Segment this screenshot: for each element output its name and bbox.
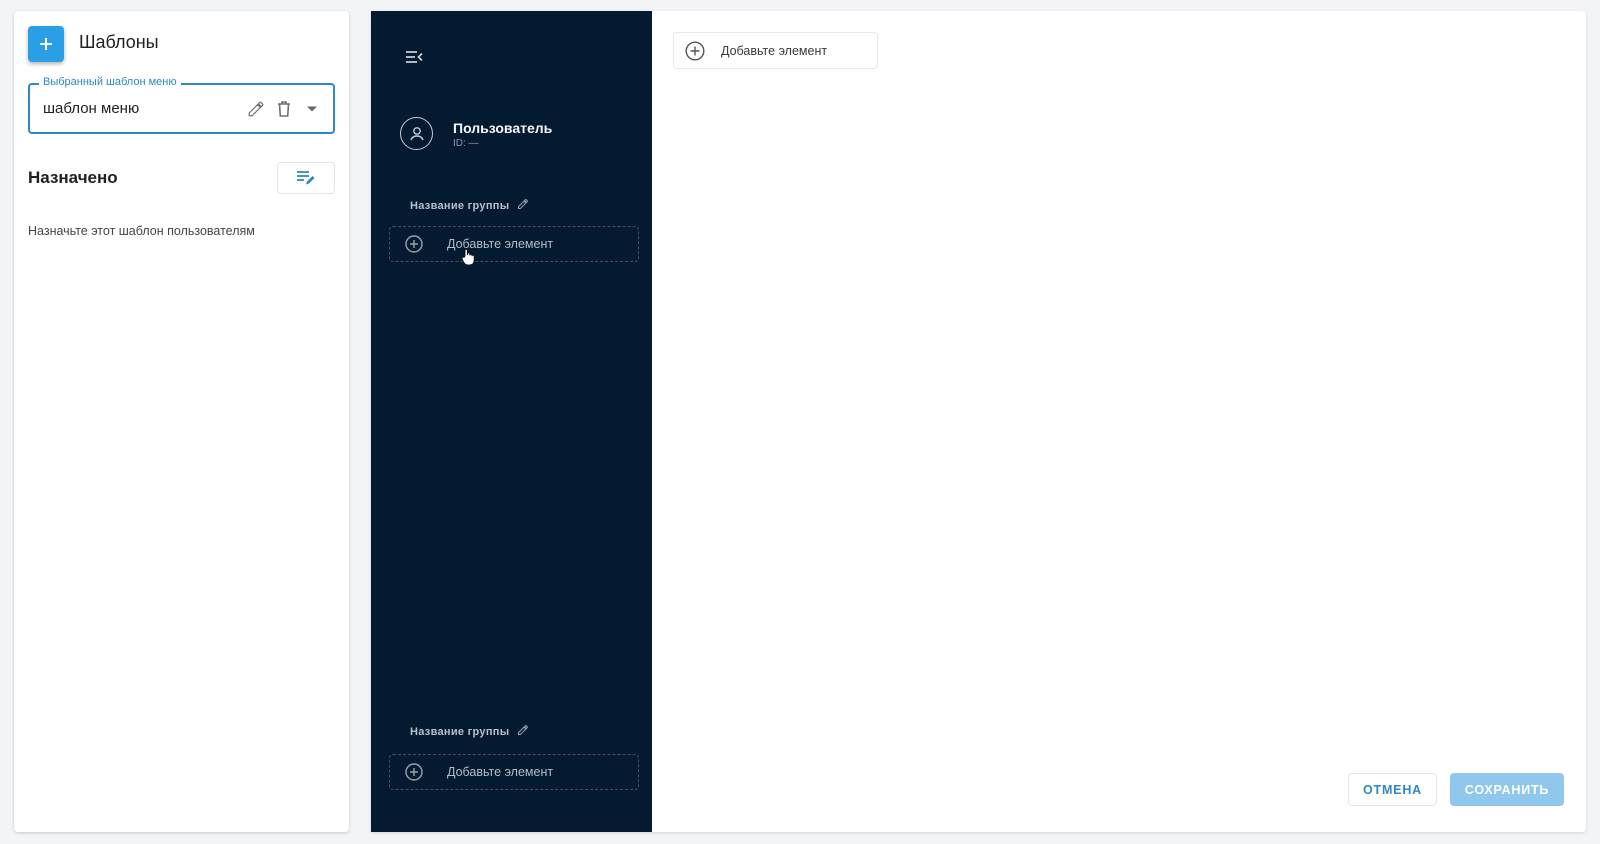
trash-icon [278,101,290,117]
add-item-label: Добавьте элемент [447,765,554,779]
templates-panel: Шаблоны Выбранный шаблон меню шаблон мен… [14,11,349,832]
group-add-item-button[interactable]: Добавьте элемент [389,754,639,790]
content-add-item-button[interactable]: Добавьте элемент [673,32,878,69]
group-name-label: Название группы [410,199,510,212]
delete-template-button[interactable] [273,98,295,120]
dropdown-toggle[interactable] [301,98,323,120]
add-template-button[interactable] [28,26,64,62]
plus-circle-icon [405,763,423,786]
group-name: Название группы [410,724,529,739]
edit-group-name-icon[interactable] [517,724,529,739]
assigned-title: Назначено [28,168,118,187]
edit-assignment-button[interactable] [277,162,335,194]
user-id: ID: — [453,138,479,149]
add-item-label: Добавьте элемент [447,237,554,251]
edit-group-name-icon[interactable] [517,198,529,213]
user-icon [409,126,424,140]
menu-preview-sidebar: Пользователь ID: — Название группы Добав… [371,11,652,832]
group-add-item-button[interactable]: Добавьте элемент [389,226,639,262]
save-button[interactable]: СОХРАНИТЬ [1450,773,1564,806]
group-name: Название группы [410,198,529,213]
assign-hint: Назначьте этот шаблон пользователям [28,224,255,238]
cancel-button[interactable]: ОТМЕНА [1348,773,1437,806]
user-name: Пользователь [453,120,553,136]
select-label: Выбранный шаблон меню [39,76,181,88]
user-avatar [400,117,433,150]
list-edit-icon [297,171,315,185]
plus-circle-icon [405,235,423,258]
menu-template-select[interactable]: Выбранный шаблон меню шаблон меню [28,76,335,134]
select-value: шаблон меню [43,100,140,117]
caret-down-icon [307,106,317,112]
plus-icon [40,38,52,50]
edit-template-button[interactable] [245,98,267,120]
collapse-menu-icon[interactable] [405,50,424,69]
plus-circle-icon [685,41,705,66]
menu-editor: Пользователь ID: — Название группы Добав… [371,11,1586,832]
group-name-label: Название группы [410,725,510,738]
panel-title: Шаблоны [79,32,159,52]
add-item-label: Добавьте элемент [721,44,828,58]
pencil-icon [248,101,264,117]
